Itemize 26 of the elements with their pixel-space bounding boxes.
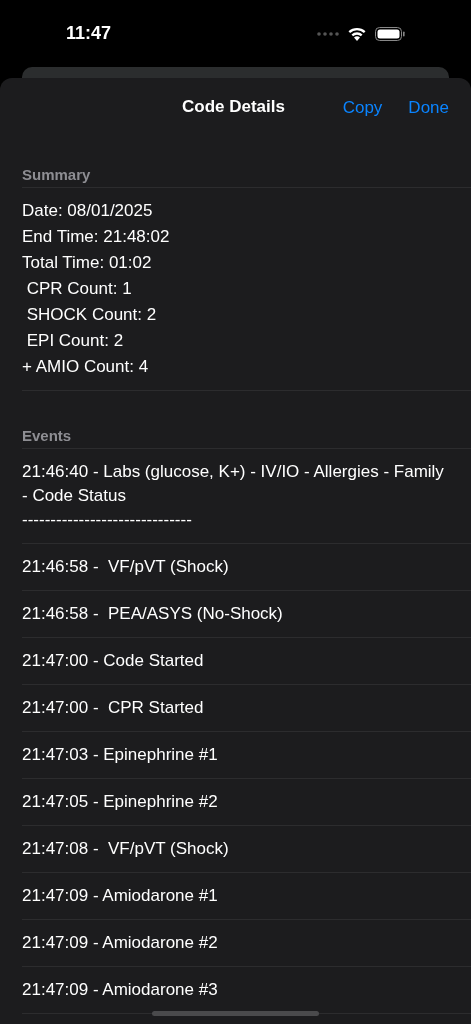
event-row: 21:47:09 - Amiodarone #1 <box>22 873 471 920</box>
event-row: 21:46:40 - Labs (glucose, K+) - IV/IO - Allergies - Family - Code Status ------------------------------ <box>22 449 471 544</box>
event-row: 21:47:08 - VF/pVT (Shock) <box>22 826 471 873</box>
summary-line: End Time: 21:48:02 <box>22 226 171 248</box>
summary-line: SHOCK Count: 2 <box>25 304 158 326</box>
copy-button[interactable]: Copy <box>342 98 383 118</box>
status-time: 11:47 <box>66 23 112 44</box>
event-row: 21:47:09 - Amiodarone #2 <box>22 920 471 967</box>
summary-line: CPR Count: 1 <box>25 278 133 300</box>
done-button[interactable]: Done <box>408 98 449 118</box>
section-header: Events <box>22 391 471 449</box>
event-row: 21:46:58 - VF/pVT (Shock) <box>22 544 471 591</box>
event-row: 21:46:58 - PEA/ASYS (No-Shock) <box>22 591 471 638</box>
summary-line: Date: 08/01/2025 <box>22 200 154 222</box>
signal-icon <box>317 31 339 36</box>
event-row: 21:47:05 - Epinephrine #2 <box>22 779 471 826</box>
summary-line: EPI Count: 2 <box>25 330 125 352</box>
nav-title: Code Details <box>182 97 285 117</box>
summary-line: Total Time: 01:02 <box>22 252 153 274</box>
event-row: 21:47:00 - CPR Started <box>22 685 471 732</box>
event-row: 21:47:00 - Code Started <box>22 638 471 685</box>
summary-line: + AMIO Count: 4 <box>22 356 150 378</box>
battery-icon <box>375 26 405 41</box>
event-row: 21:47:03 - Epinephrine #1 <box>22 732 471 779</box>
section-header: Summary <box>22 138 471 188</box>
wifi-icon <box>347 26 367 41</box>
